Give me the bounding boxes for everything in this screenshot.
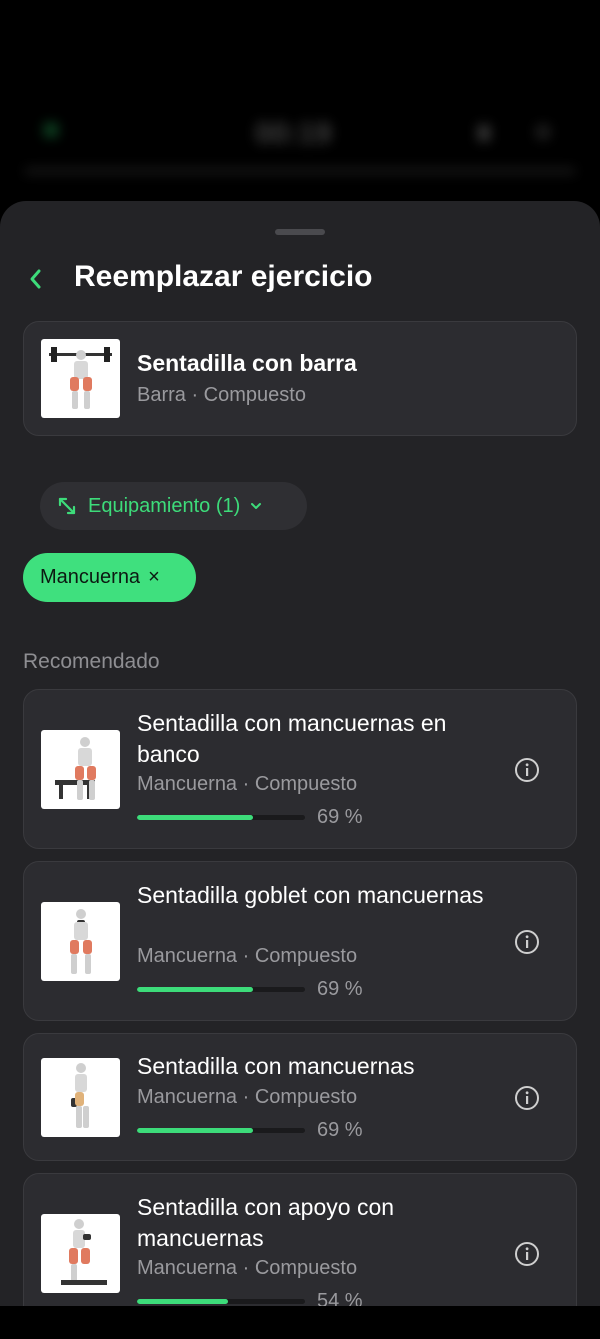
section-label-recommended: Recomendado (23, 650, 160, 673)
match-bar (137, 1128, 305, 1133)
exercise-name: Sentadilla con apoyo con mancuernas (137, 1194, 395, 1251)
exercise-name: Sentadilla con mancuernas (137, 1053, 415, 1079)
info-icon[interactable] (514, 757, 540, 783)
match-bar (137, 815, 305, 820)
recommendation-card[interactable]: Sentadilla con mancuernas en banco Mancu… (23, 689, 577, 849)
chevron-left-icon (30, 269, 41, 289)
exercise-thumbnail (41, 1214, 120, 1293)
exercise-thumbnail (41, 1058, 120, 1137)
background-toolbar: 00:19 (0, 95, 600, 175)
info-icon[interactable] (514, 1085, 540, 1111)
current-exercise-name: Sentadilla con barra (137, 350, 357, 376)
equipment-filter-label: Equipamiento (1) (88, 494, 241, 517)
recommendation-card[interactable]: Sentadilla con apoyo con mancuernas Manc… (23, 1173, 577, 1306)
page-title: Reemplazar ejercicio (74, 260, 373, 293)
background-icon (478, 125, 490, 141)
exercise-meta: Mancuerna · Compuesto (137, 773, 358, 795)
background-progress (24, 168, 576, 174)
exercise-name: Sentadilla goblet con mancuernas (137, 882, 484, 908)
match-percent: 54 % (317, 1290, 363, 1306)
sheet-drag-handle[interactable] (275, 229, 325, 235)
background-timer: 00:19 (255, 117, 332, 150)
match-percent: 69 % (317, 1119, 363, 1141)
replace-exercise-sheet: Reemplazar ejercicio Sentadilla con barr… (0, 201, 600, 1306)
exercise-meta: Mancuerna · Compuesto (137, 1257, 358, 1279)
match-bar (137, 1299, 305, 1304)
current-exercise-card: Sentadilla con barra Barra · Compuesto (23, 321, 577, 436)
background-icon (44, 123, 58, 137)
dumbbell-squat-illustration (71, 1063, 89, 1128)
background-icon (536, 125, 550, 139)
current-exercise-meta: Barra · Compuesto (137, 384, 306, 406)
chip-label: Mancuerna (40, 566, 141, 588)
match-percent: 69 % (317, 806, 363, 828)
match-percent: 69 % (317, 978, 363, 1000)
match-bar-fill (137, 1299, 228, 1304)
chevron-down-icon (251, 503, 262, 509)
equipment-chip-mancuerna[interactable]: Mancuerna × (23, 553, 196, 602)
info-icon[interactable] (514, 1241, 540, 1267)
recommendation-card[interactable]: Sentadilla con mancuernas Mancuerna · Co… (23, 1033, 577, 1161)
sheet-header: Reemplazar ejercicio (0, 256, 600, 302)
info-icon[interactable] (514, 929, 540, 955)
exercise-thumbnail (41, 902, 120, 981)
match-bar-fill (137, 987, 253, 992)
exercise-name: Sentadilla con mancuernas en banco (137, 710, 447, 767)
back-button[interactable] (22, 264, 48, 294)
close-icon[interactable]: × (148, 566, 160, 589)
match-bar-fill (137, 815, 253, 820)
bench-squat-illustration (55, 737, 96, 800)
supported-squat-illustration (61, 1219, 107, 1285)
exercise-thumbnail (41, 339, 120, 418)
resize-arrows-icon (58, 497, 76, 515)
exercise-thumbnail (41, 730, 120, 809)
goblet-squat-illustration (70, 909, 92, 974)
match-bar (137, 987, 305, 992)
exercise-meta: Mancuerna · Compuesto (137, 1086, 358, 1108)
barbell-squat-illustration (49, 347, 112, 409)
match-bar-fill (137, 1128, 253, 1133)
exercise-meta: Mancuerna · Compuesto (137, 945, 358, 967)
recommendation-card[interactable]: Sentadilla goblet con mancuernas Mancuer… (23, 861, 577, 1021)
equipment-filter-button[interactable]: Equipamiento (1) (40, 482, 307, 530)
